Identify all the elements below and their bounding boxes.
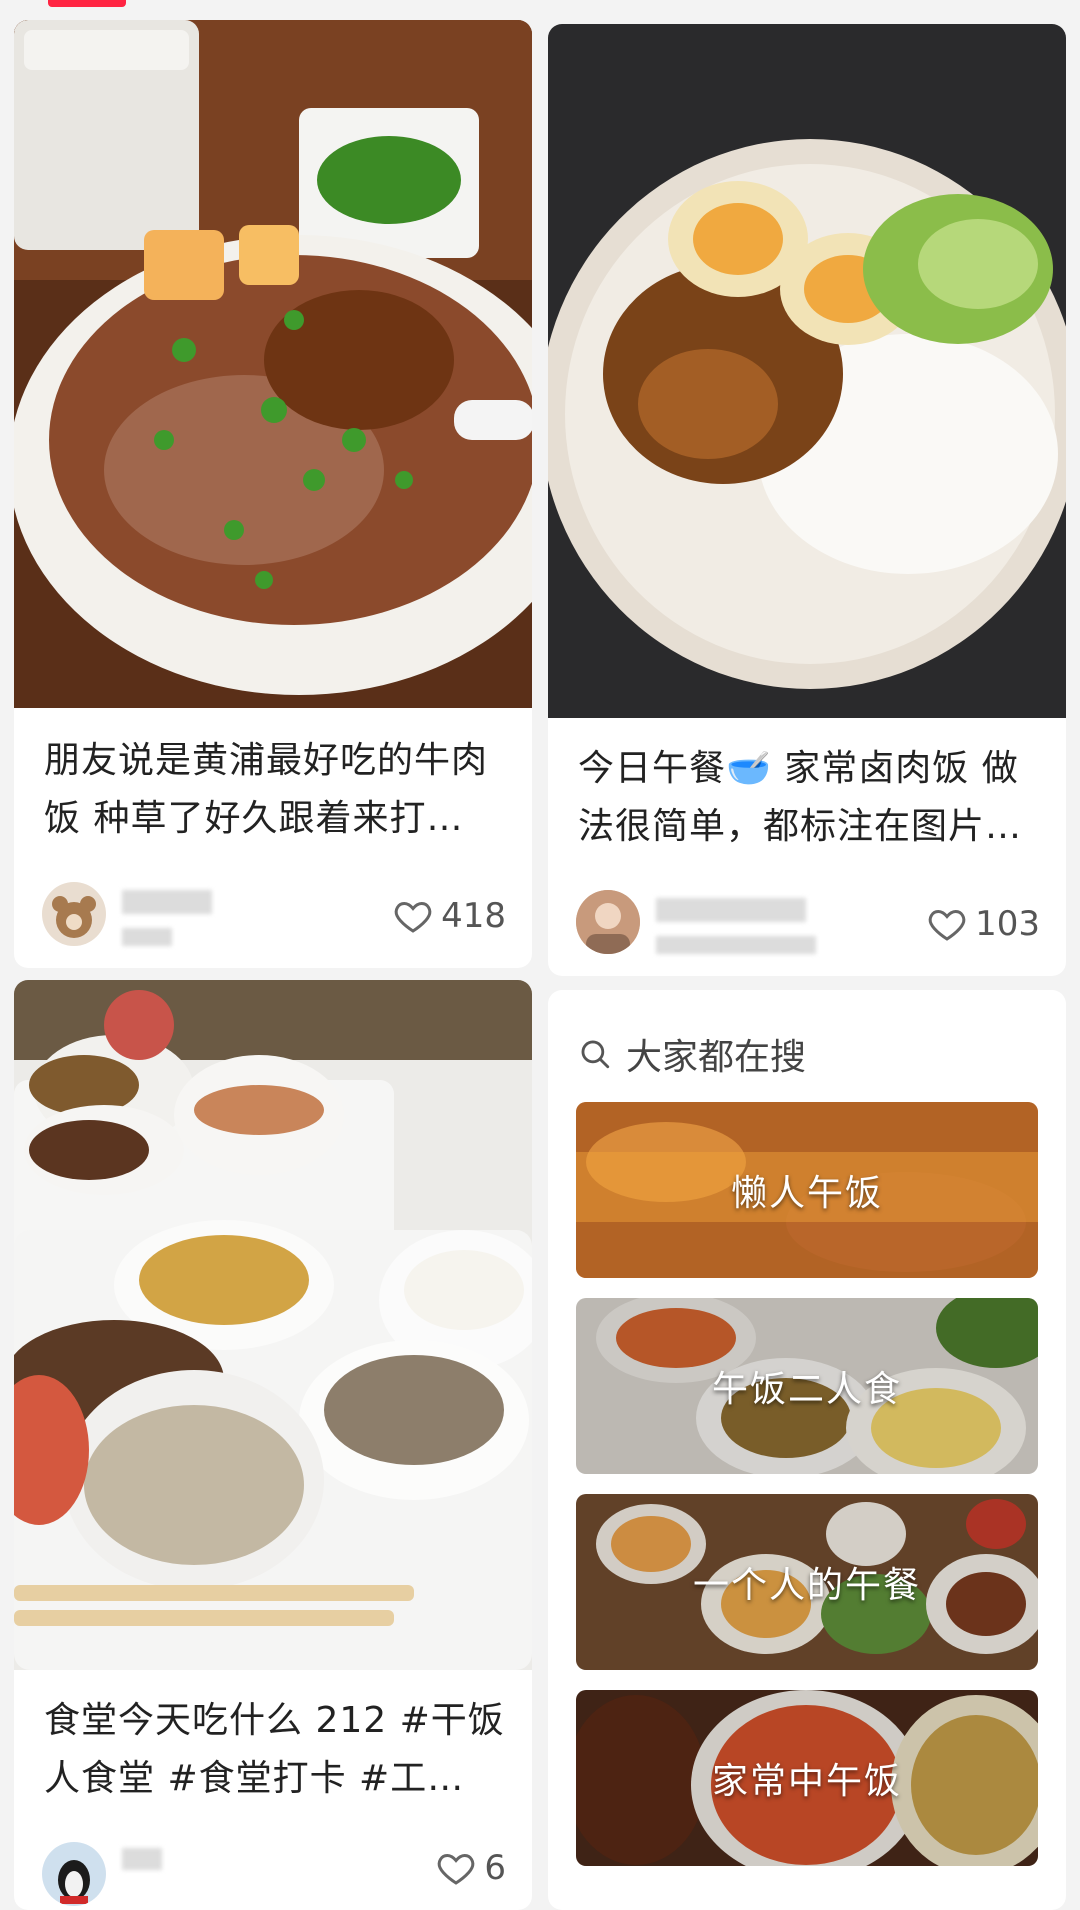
heart-icon <box>928 909 966 941</box>
post-card-2[interactable]: 今日午餐🥣 家常卤肉饭 做法很简单，都标注在图片… 103 <box>548 24 1066 976</box>
post-card-3[interactable]: 食堂今天吃什么 212 #干饭人食堂 #食堂打卡 #工… 6 <box>14 980 532 1910</box>
person-avatar[interactable] <box>576 890 640 954</box>
post-image-canteen-meal[interactable] <box>14 980 532 1670</box>
post-title[interactable]: 食堂今天吃什么 212 #干饭人食堂 #食堂打卡 #工… <box>44 1692 508 1808</box>
search-suggestion-label: 家常中午饭 <box>711 1761 902 1802</box>
search-suggestion-home-lunch[interactable]: 家常中午饭 <box>576 1690 1038 1866</box>
post-card-1[interactable]: 朋友说是黄浦最好吃的牛肉饭 种草了好久跟着来打… 418 <box>14 20 532 968</box>
search-icon <box>581 1040 610 1069</box>
subtitle-redacted <box>122 928 172 946</box>
like-button[interactable]: 6 <box>436 1848 506 1888</box>
bear-avatar[interactable] <box>42 882 106 946</box>
search-suggestion-lunch-for-two[interactable]: 午饭二人食 <box>576 1298 1038 1474</box>
penguin-avatar[interactable] <box>42 1842 106 1906</box>
search-suggestion-label: 懒人午饭 <box>730 1173 883 1214</box>
subtitle-redacted <box>656 936 816 954</box>
trending-searches-title: 大家都在搜 <box>626 1037 807 1078</box>
username-redacted <box>122 1848 162 1870</box>
trending-searches-header: 大家都在搜 <box>578 1028 806 1080</box>
post-title[interactable]: 今日午餐🥣 家常卤肉饭 做法很简单，都标注在图片… <box>578 740 1042 856</box>
post-title[interactable]: 朋友说是黄浦最好吃的牛肉饭 种草了好久跟着来打… <box>44 732 508 848</box>
username-redacted <box>122 890 212 914</box>
like-button[interactable]: 418 <box>393 896 506 936</box>
username-redacted <box>656 898 806 922</box>
like-button[interactable]: 103 <box>927 904 1040 944</box>
like-count: 418 <box>441 896 506 936</box>
trending-searches-card: 大家都在搜 懒人午饭 午饭二人食 一个人的午餐 家常中午饭 <box>548 990 1066 1910</box>
search-suggestion-lazy-lunch[interactable]: 懒人午饭 <box>576 1102 1038 1278</box>
heart-icon <box>438 1853 475 1885</box>
active-tab-indicator <box>48 0 126 7</box>
heart-icon <box>394 901 432 933</box>
search-suggestion-solo-lunch[interactable]: 一个人的午餐 <box>576 1494 1038 1670</box>
post-image-beef-rice[interactable] <box>14 20 532 708</box>
like-count: 103 <box>975 904 1040 944</box>
search-suggestion-label: 午饭二人食 <box>711 1369 902 1410</box>
like-count: 6 <box>484 1848 506 1888</box>
post-image-braised-pork-rice[interactable] <box>548 24 1066 718</box>
search-suggestion-label: 一个人的午餐 <box>692 1565 921 1606</box>
